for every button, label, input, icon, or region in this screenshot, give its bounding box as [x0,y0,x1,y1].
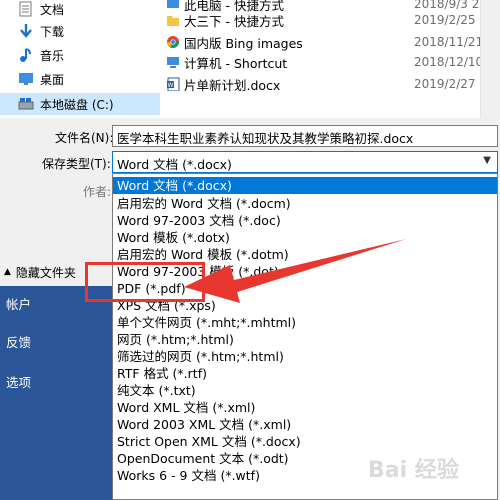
file-name: 国内版 Bing images [184,35,303,51]
svg-text:W: W [168,82,174,89]
file-row[interactable]: 国内版 Bing images 2018/11/21 2 [160,32,500,52]
nav-item-label: 文档 [40,2,65,17]
dropdown-option[interactable]: Word 2003 XML 文档 (*.xml) [113,416,497,433]
nav-item-downloads[interactable]: 下载 [0,20,160,42]
file-name: 计算机 - Shortcut [184,55,288,71]
download-icon [18,23,34,39]
nav-item-documents[interactable]: 文档 [0,0,160,20]
file-name: 片单新计划.docx [184,77,281,93]
sidebar-item-options[interactable]: 选项 [6,372,31,391]
computer-icon [166,55,180,69]
annotation-arrow-icon [184,239,406,303]
save-type-value: Word 文档 (*.docx) [117,157,232,172]
file-browser: 文档 下载 音乐 桌面 本地磁盘 (C:) 此电脑 - 快捷方式 2018/9/… [0,0,500,118]
save-type-select[interactable]: Word 文档 (*.docx) ▼ [112,151,498,173]
dropdown-option[interactable]: 网页 (*.htm;*.html) [113,331,497,348]
nav-item-music[interactable]: 音乐 [0,44,160,66]
dropdown-option[interactable]: RTF 格式 (*.rtf) [113,365,497,382]
sidebar-item-feedback[interactable]: 反馈 [6,332,31,351]
nav-item-label: 音乐 [40,48,65,63]
documents-icon [18,1,34,17]
dropdown-option[interactable]: Strict Open XML 文档 (*.docx) [113,433,497,450]
file-row[interactable]: W 片单新计划.docx 2019/2/27 20 [160,74,500,94]
hide-folders-label: 隐藏文件夹 [15,265,76,280]
word-document-icon: W [166,77,180,92]
file-list-scrollbar[interactable] [480,0,500,118]
music-icon [18,47,34,63]
dropdown-option[interactable]: 启用宏的 Word 文档 (*.docm) [113,195,497,212]
backstage-sidebar: 帐户 反馈 选项 [0,286,114,500]
dropdown-option[interactable]: Word XML 文档 (*.xml) [113,399,497,416]
filename-label: 文件名(N): [55,131,114,145]
save-type-dropdown[interactable]: Word 文档 (*.docx) 启用宏的 Word 文档 (*.docm) W… [112,173,498,500]
chrome-icon [166,35,180,49]
dropdown-option[interactable]: 筛选过的网页 (*.htm;*.html) [113,348,497,365]
folder-shortcut-icon [166,13,180,27]
file-row[interactable]: 计算机 - Shortcut 2018/12/10 1 [160,52,500,72]
sidebar-item-account[interactable]: 帐户 [6,294,31,313]
save-type-label: 保存类型(T): [42,157,111,171]
author-label: 作者: [83,185,112,199]
drive-icon [18,96,34,112]
filename-input[interactable]: 医学本科生职业素养认知现状及其教学策略初探.docx [112,125,498,147]
dropdown-option[interactable]: 单个文件网页 (*.mht;*.mhtml) [113,314,497,331]
nav-item-local-disk[interactable]: 本地磁盘 (C:) [0,93,160,115]
desktop-icon [18,71,34,87]
nav-item-label: 本地磁盘 (C:) [40,97,114,112]
nav-item-label: 桌面 [40,72,65,87]
dropdown-option[interactable]: 纯文本 (*.txt) [113,382,497,399]
chevron-down-icon: ▼ [483,155,491,166]
file-name: 大三下 - 快捷方式 [184,13,284,29]
file-row[interactable]: 大三下 - 快捷方式 2019/2/25 2 [160,10,500,30]
nav-item-desktop[interactable]: 桌面 [0,68,160,90]
dropdown-option[interactable]: Word 文档 (*.docx) [113,177,497,194]
nav-item-label: 下载 [40,24,65,39]
watermark: Bai 经验 [368,458,459,483]
caret-up-icon: ▲ [4,267,11,277]
file-date: 2019/2/25 2 [414,13,487,27]
